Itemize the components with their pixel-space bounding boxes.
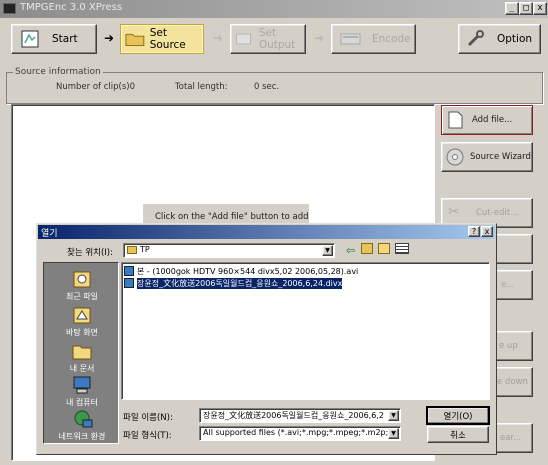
set-source-button[interactable]: Set Source <box>120 24 204 54</box>
app-icon <box>3 3 16 14</box>
clear-label: ear... <box>500 433 522 443</box>
total-length-label: Total length: <box>175 82 228 92</box>
encode-button[interactable]: Encode <box>331 24 416 54</box>
back-icon[interactable]: ⇦ <box>346 244 355 257</box>
computer-icon <box>73 376 91 394</box>
output-icon <box>236 33 251 45</box>
dialog-close-button[interactable]: x <box>481 226 493 237</box>
cancel-button-label: 취소 <box>450 430 466 441</box>
cut-edit-label: Cut-edit... <box>476 208 519 218</box>
source-wizard-button[interactable]: Source Wizard <box>441 142 533 172</box>
empty-hint-text: Click on the "Add file" button to add <box>155 212 309 222</box>
cancel-button[interactable]: 취소 <box>427 426 489 443</box>
open-button-label: 열기(O) <box>443 411 473 422</box>
group-legend: Source information <box>13 67 103 77</box>
open-button[interactable]: 열기(O) <box>426 406 490 425</box>
start-label: Start <box>52 33 78 45</box>
encode-label: Encode <box>372 33 411 45</box>
look-in-value: TP <box>140 245 150 254</box>
clip-count-label: Number of clip(s)0 <box>56 82 136 92</box>
total-length-value: 0 sec. <box>254 82 280 92</box>
filename-label: 파일 이름(N): <box>123 413 173 423</box>
places-desktop[interactable]: 바탕 화면 <box>44 305 120 338</box>
look-in-label: 찾는 위치(I): <box>67 248 113 258</box>
new-folder-icon[interactable] <box>378 243 390 254</box>
option-label: Option <box>497 33 533 45</box>
video-file-icon <box>124 266 134 276</box>
option-button[interactable]: Option <box>458 24 541 54</box>
add-file-button[interactable]: Add file... <box>441 105 533 135</box>
recent-files-icon <box>73 271 91 288</box>
arrow-right-icon: ➜ <box>314 31 325 45</box>
arrow-right-icon: ➜ <box>104 31 115 45</box>
chevron-down-icon[interactable]: ▼ <box>322 245 333 256</box>
wrench-icon <box>467 30 484 47</box>
filetype-value: All supported files (*.avi;*.mpg;*.mpeg;… <box>203 428 393 437</box>
places-my-documents-label: 내 문서 <box>69 364 95 373</box>
desktop-icon <box>73 307 91 324</box>
up-folder-icon[interactable] <box>361 243 373 254</box>
file-list-item-selected[interactable]: 장윤정_文化放送2006독일월드컵_응원쇼_2006,6,24.divx <box>124 276 344 290</box>
partial-edit-label: e... <box>501 280 515 290</box>
set-output-button[interactable]: Set Output <box>230 24 306 54</box>
dialog-title: 열기 <box>41 229 58 239</box>
places-my-documents[interactable]: 내 문서 <box>44 341 120 374</box>
file-name: 장윤정_文化放送2006독일월드컵_응원쇼_2006,6,24.divx <box>135 276 344 290</box>
add-file-label: Add file... <box>472 115 513 125</box>
filename-value: 장윤정_文化放送2006독일월드컵_응원쇼_2006,6,2 <box>203 411 384 420</box>
folder-icon <box>127 245 137 254</box>
move-up-label: e up <box>499 341 518 351</box>
documents-folder-icon <box>72 345 92 360</box>
disc-icon <box>446 148 464 166</box>
move-down-label: e down <box>497 377 528 387</box>
help-button[interactable]: ? <box>468 226 480 237</box>
maximize-button[interactable]: □ <box>519 2 533 15</box>
places-bar: 최근 파일 바탕 화면 내 문서 내 컴퓨터 네트워크 환경 <box>43 262 119 444</box>
window-title-bar: TMPGEnc 3.0 XPress _ □ x <box>0 0 548 18</box>
network-icon <box>74 410 93 428</box>
places-desktop-label: 바탕 화면 <box>66 328 98 337</box>
filetype-dropdown[interactable]: All supported files (*.avi;*.mpg;*.mpeg;… <box>199 426 401 441</box>
close-button[interactable]: x <box>533 2 547 15</box>
scissors-icon: ✂ <box>448 204 460 220</box>
arrow-right-icon: ➜ <box>213 31 224 45</box>
window-title: TMPGEnc 3.0 XPress <box>20 2 123 13</box>
look-in-dropdown[interactable]: TP ▼ <box>123 243 335 258</box>
chevron-down-icon[interactable]: ▼ <box>388 410 399 421</box>
places-network[interactable]: 네트워크 환경 <box>44 409 120 442</box>
empty-hint: Click on the "Add file" button to add <box>142 203 309 225</box>
places-my-computer[interactable]: 내 컴퓨터 <box>44 375 120 408</box>
filename-input[interactable]: 장윤정_文化放送2006독일월드컵_응원쇼_2006,6,2 ▼ <box>199 408 401 423</box>
set-source-label: Set Source <box>149 27 186 51</box>
places-network-label: 네트워크 환경 <box>58 432 106 441</box>
file-name: 본 - (1000gok HDTV 960×544 divx5,02 2006,… <box>137 266 359 276</box>
encode-icon <box>340 33 361 45</box>
places-my-computer-label: 내 컴퓨터 <box>66 398 98 407</box>
file-list-item[interactable]: 본 - (1000gok HDTV 960×544 divx5,02 2006,… <box>124 265 358 277</box>
filetype-label: 파일 형식(T): <box>123 431 172 441</box>
new-file-icon <box>448 111 463 129</box>
view-menu-icon[interactable] <box>395 243 409 254</box>
start-button[interactable]: Start <box>11 24 97 54</box>
source-wizard-label: Source Wizard <box>470 152 531 162</box>
folder-icon <box>125 33 145 47</box>
places-recent-label: 최근 파일 <box>66 292 98 301</box>
places-recent[interactable]: 최근 파일 <box>44 269 120 302</box>
video-file-icon <box>124 278 134 288</box>
chevron-down-icon[interactable]: ▼ <box>388 428 399 439</box>
dialog-title-bar: 열기 ? x <box>38 225 495 239</box>
file-list[interactable]: 본 - (1000gok HDTV 960×544 divx5,02 2006,… <box>121 262 490 400</box>
set-output-label: Set Output <box>258 27 296 51</box>
minimize-button[interactable]: _ <box>505 2 519 15</box>
start-icon <box>21 30 39 48</box>
